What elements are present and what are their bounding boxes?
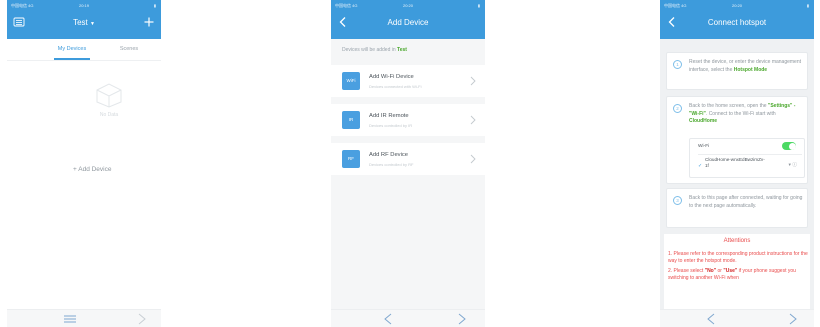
item-subtitle: Devices controlled by IR bbox=[369, 123, 413, 128]
target-home-name: Test bbox=[397, 47, 407, 53]
forward-chevron-icon[interactable] bbox=[457, 313, 467, 325]
back-chevron-icon[interactable] bbox=[706, 313, 716, 325]
wifi-label: Wi-Fi bbox=[698, 144, 710, 149]
wifi-badge-icon: WiFi bbox=[342, 72, 360, 90]
bottom-browser-bar bbox=[331, 309, 485, 327]
battery-icon: ▮ bbox=[153, 3, 156, 8]
status-bar: 中国电信 4G 20:20 ▮ bbox=[331, 0, 485, 11]
cloudhome-highlight: CloudHome bbox=[689, 118, 718, 125]
add-device-screen: 中国电信 4G 20:20 ▮ Add Device Devices will … bbox=[331, 0, 485, 327]
step-number: 2 bbox=[673, 104, 682, 113]
battery-icon: ▮ bbox=[806, 3, 809, 8]
target-home-prefix: Devices will be added in bbox=[342, 47, 396, 53]
device-type-list: WiFi Add Wi-Fi Device Devices connected … bbox=[331, 61, 485, 309]
status-bar: 中国电信 4G 20:19 ▮ bbox=[7, 0, 161, 11]
network-name: CloudHome-wnxEdBwzimZv-1f bbox=[705, 157, 765, 169]
attentions-body: 1. Please refer to the corresponding pro… bbox=[668, 251, 808, 283]
ir-badge-icon: IR bbox=[342, 111, 360, 129]
bottom-browser-bar bbox=[7, 309, 161, 327]
step-number: 3 bbox=[673, 196, 682, 205]
attention-or: or bbox=[717, 267, 722, 274]
step-2-body-a: Back to the home screen, open the bbox=[689, 103, 767, 109]
item-title: Add IR Remote bbox=[369, 113, 409, 119]
attention-use: "Use" bbox=[723, 267, 738, 274]
step-2-card: 2 Back to the home screen, open the "Set… bbox=[666, 96, 808, 184]
chevron-right-icon bbox=[470, 76, 476, 86]
wifi-signal-info-icon: ▾ ⓘ bbox=[788, 163, 797, 168]
tab-scenes[interactable]: Scenes bbox=[109, 39, 149, 61]
empty-state-text: No Data bbox=[99, 112, 119, 118]
attention-item-2: 2. Please select "No" or "Use" if your p… bbox=[668, 268, 808, 283]
bottom-browser-bar bbox=[660, 309, 814, 327]
empty-box-icon bbox=[96, 83, 122, 108]
hamburger-menu-icon[interactable] bbox=[63, 314, 77, 324]
clock-text: 20:20 bbox=[731, 3, 742, 8]
forward-chevron-icon[interactable] bbox=[788, 313, 798, 325]
device-tabs: My Devices Scenes bbox=[7, 39, 161, 61]
step-3-text: Back to this page after connected, waiti… bbox=[689, 195, 803, 209]
attention-item-1: 1. Please refer to the corresponding pro… bbox=[668, 251, 808, 265]
step-1-card: 1 Reset the device, or enter the device … bbox=[666, 52, 808, 90]
forward-chevron-icon[interactable] bbox=[137, 313, 147, 325]
attentions-panel: Attentions 1. Please refer to the corres… bbox=[664, 234, 810, 309]
active-tab-indicator bbox=[54, 58, 90, 60]
page-title: Add Device bbox=[387, 18, 429, 27]
hotspot-mode-highlight: Hotspot Mode bbox=[733, 66, 768, 73]
clock-text: 20:20 bbox=[402, 3, 413, 8]
top-nav-bar: 中国电信 4G 20:19 ▮ Test ▼ bbox=[7, 0, 161, 39]
step-number: 1 bbox=[673, 60, 682, 69]
connect-hotspot-screen: 中国电信 4G 20:20 ▮ Connect hotspot 1 Reset … bbox=[660, 0, 814, 327]
add-ir-remote-item[interactable]: IR Add IR Remote Devices controlled by I… bbox=[331, 104, 485, 136]
chevron-right-icon bbox=[470, 115, 476, 125]
item-title: Add Wi-Fi Device bbox=[369, 74, 414, 80]
page-title: Connect hotspot bbox=[707, 18, 767, 27]
step-1-text: Reset the device, or enter the device ma… bbox=[689, 59, 805, 74]
step-2-text: Back to the home screen, open the "Setti… bbox=[689, 103, 805, 126]
wifi-toggle bbox=[782, 142, 796, 150]
screenshot-stage: 中国电信 4G 20:19 ▮ Test ▼ My Devices Scenes bbox=[0, 0, 820, 327]
battery-icon: ▮ bbox=[477, 3, 480, 8]
attention-2-a: 2. Please select bbox=[668, 267, 704, 274]
clock-text: 20:19 bbox=[78, 3, 89, 8]
top-nav-bar: 中国电信 4G 20:20 ▮ Connect hotspot bbox=[660, 0, 814, 39]
page-title: Test bbox=[73, 18, 88, 27]
add-plus-icon[interactable] bbox=[143, 15, 155, 29]
rf-badge-icon: RF bbox=[342, 150, 360, 168]
back-chevron-icon[interactable] bbox=[383, 313, 393, 325]
checkmark-icon: ✓ bbox=[698, 163, 703, 169]
add-device-button[interactable]: + Add Device bbox=[73, 164, 153, 176]
attentions-title: Attentions bbox=[723, 238, 751, 244]
target-home-note: Devices will be added in Test bbox=[331, 39, 485, 61]
my-devices-screen: 中国电信 4G 20:19 ▮ Test ▼ My Devices Scenes bbox=[7, 0, 161, 327]
status-bar: 中国电信 4G 20:20 ▮ bbox=[660, 0, 814, 11]
item-subtitle: Devices connected with Wi-Fi bbox=[369, 84, 422, 89]
wifi-settings-preview: Wi-Fi ✓ CloudHome-wnxEdBwzimZv-1f ▾ ⓘ bbox=[689, 138, 805, 178]
add-rf-device-item[interactable]: RF Add RF Device Devices controlled by R… bbox=[331, 143, 485, 175]
attention-no: "No" bbox=[704, 267, 717, 274]
step-3-card: 3 Back to this page after connected, wai… bbox=[666, 188, 808, 228]
home-selector[interactable]: Test ▼ bbox=[7, 12, 161, 34]
item-title: Add RF Device bbox=[369, 152, 408, 158]
step-2-body-b: . Connect to the Wi-Fi start with bbox=[705, 110, 776, 117]
top-nav-bar: 中国电信 4G 20:20 ▮ Add Device bbox=[331, 0, 485, 39]
dropdown-caret-icon: ▼ bbox=[89, 21, 95, 27]
item-subtitle: Devices controlled by RF bbox=[369, 162, 414, 167]
divider bbox=[698, 154, 802, 155]
chevron-right-icon bbox=[470, 154, 476, 164]
add-wifi-device-item[interactable]: WiFi Add Wi-Fi Device Devices connected … bbox=[331, 65, 485, 97]
